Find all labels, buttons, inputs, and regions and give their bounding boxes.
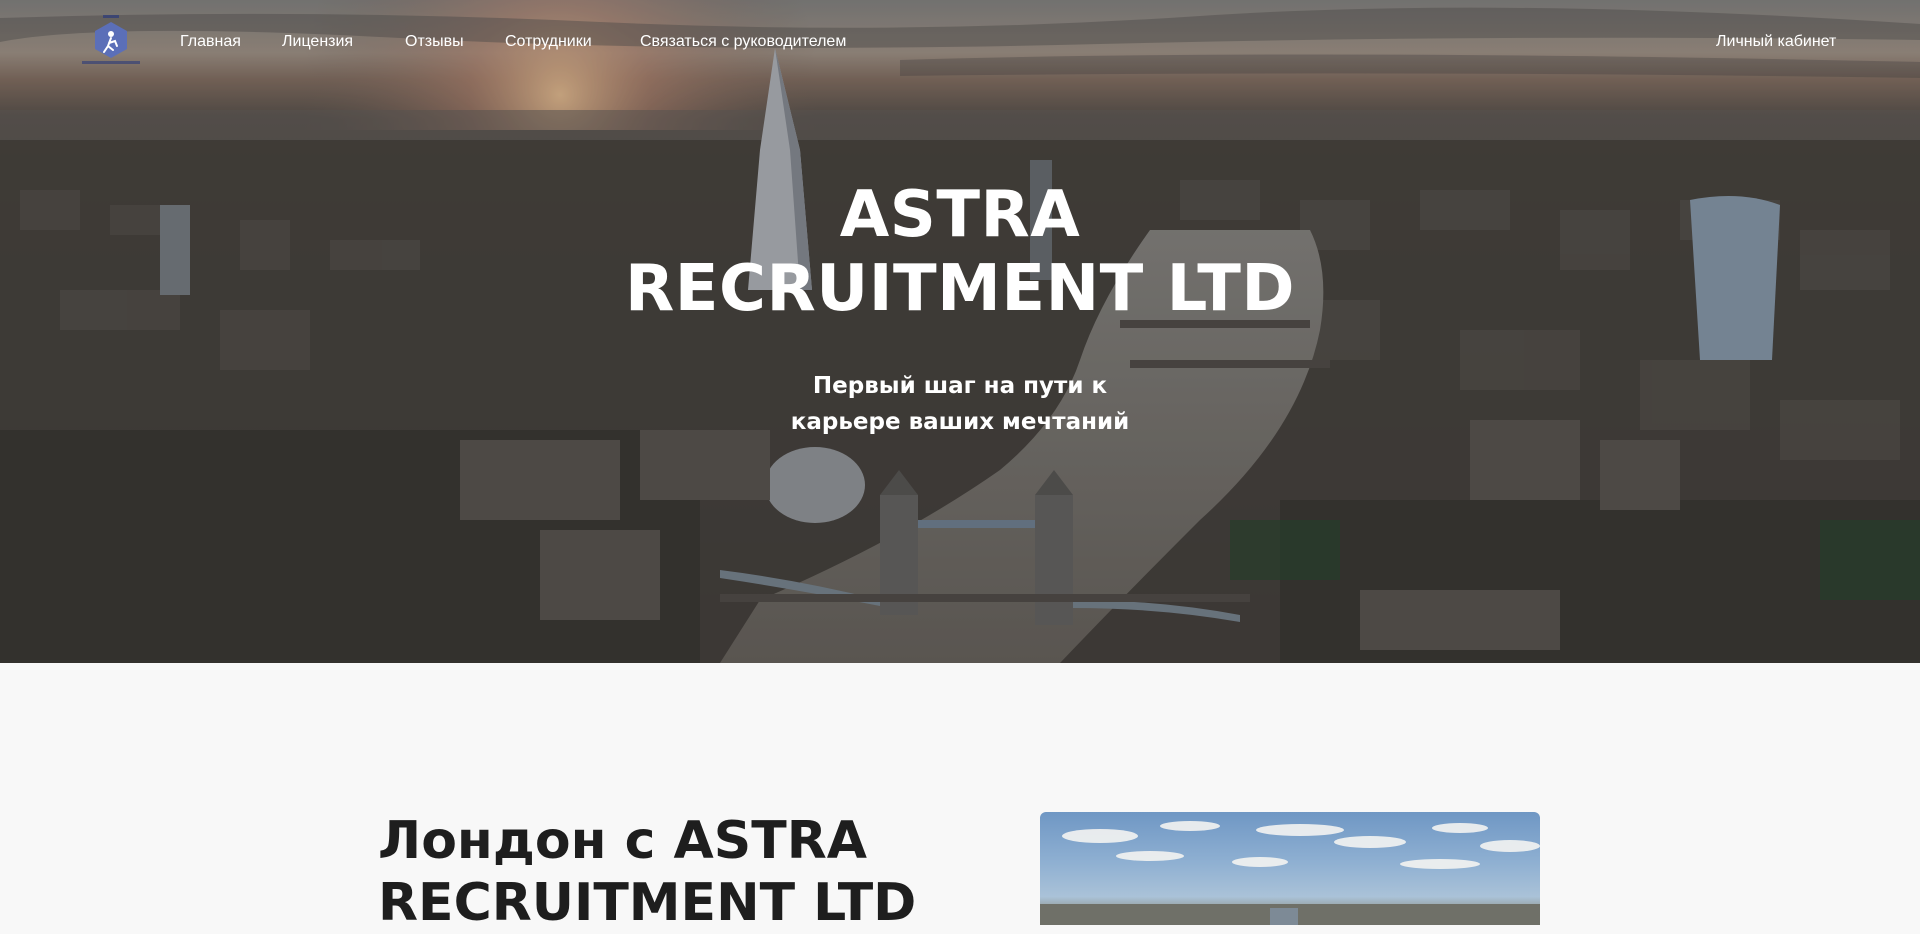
london-photo: [1040, 812, 1540, 925]
nav-link-staff[interactable]: Сотрудники: [505, 32, 592, 52]
nav-link-contact-manager[interactable]: Связаться с руководителем: [640, 32, 846, 52]
astra-logo-icon: [82, 15, 140, 64]
hero-overlay: [0, 0, 1920, 663]
company-logo[interactable]: [80, 12, 142, 68]
nav-link-account[interactable]: Личный кабинет: [1716, 32, 1836, 52]
about-section-title: Лондон с ASTRA RECRUITMENT LTD: [378, 810, 916, 934]
hero-title-line1: ASTRA: [839, 178, 1081, 252]
nav-link-license[interactable]: Лицензия: [282, 32, 353, 52]
about-title-line2: RECRUITMENT LTD: [378, 873, 917, 933]
hero-subtitle-line2: карьере ваших мечтаний: [790, 409, 1130, 435]
hero-subtitle: Первый шаг на пути к карьере ваших мечта…: [0, 368, 1920, 440]
nav-link-reviews[interactable]: Отзывы: [405, 32, 464, 52]
london-panorama-image: [1040, 821, 1540, 925]
hero-section: Главная Лицензия Отзывы Сотрудники Связа…: [0, 0, 1920, 663]
nav-link-home[interactable]: Главная: [180, 32, 241, 52]
about-title-line1: Лондон с ASTRA: [378, 811, 867, 871]
hero-title: ASTRA RECRUITMENT LTD: [0, 178, 1920, 326]
top-navigation: Главная Лицензия Отзывы Сотрудники Связа…: [0, 0, 1920, 84]
hero-subtitle-line1: Первый шаг на пути к: [812, 373, 1108, 399]
hero-title-line2: RECRUITMENT LTD: [624, 252, 1296, 326]
